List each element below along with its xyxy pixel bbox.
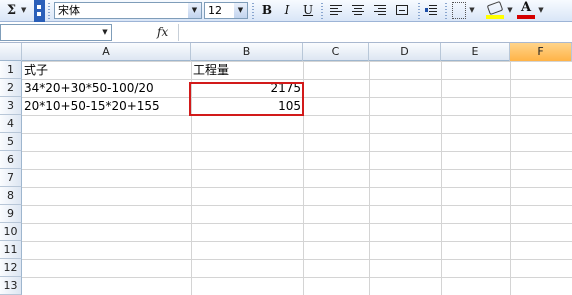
formula-bar: ▼ fx [0, 22, 572, 43]
font-name-value: 宋体 [58, 4, 80, 17]
toolbar-separator [252, 3, 254, 19]
select-all-corner[interactable] [0, 43, 22, 61]
column-header-f[interactable]: F [510, 43, 572, 61]
toolbar-grip-handle[interactable] [34, 0, 45, 22]
underline-button[interactable]: U [299, 2, 317, 19]
column-header-c[interactable]: C [303, 43, 369, 61]
column-header-e[interactable]: E [441, 43, 510, 61]
align-left-icon[interactable] [330, 5, 342, 15]
column-headers: A B C D E F [0, 43, 572, 61]
row-header[interactable]: 1 [0, 61, 22, 79]
toolbar-separator [321, 3, 323, 19]
bold-button[interactable]: B [258, 2, 276, 19]
highlight-box [189, 82, 304, 116]
font-color-swatch [517, 15, 535, 19]
row-header[interactable]: 4 [0, 115, 22, 133]
fill-color-dropdown-arrow[interactable]: ▼ [506, 2, 514, 19]
align-center-icon[interactable] [352, 5, 364, 15]
toolbar-separator [48, 3, 50, 19]
row-header[interactable]: 12 [0, 259, 22, 277]
font-size-value: 12 [208, 4, 222, 17]
cell-a1[interactable]: 式子 [22, 61, 191, 79]
formula-input[interactable] [178, 24, 572, 41]
merge-and-center-icon[interactable] [396, 5, 408, 15]
italic-button[interactable]: I [278, 2, 296, 19]
column-header-b[interactable]: B [191, 43, 303, 61]
toolbar-separator [445, 3, 447, 19]
chevron-down-icon[interactable]: ▼ [99, 25, 111, 40]
autosum-dropdown-arrow[interactable]: ▼ [21, 2, 29, 19]
row-header[interactable]: 9 [0, 205, 22, 223]
row-header[interactable]: 11 [0, 241, 22, 259]
increase-indent-icon[interactable] [425, 5, 437, 15]
worksheet-grid[interactable]: A B C D E F 1 2 3 4 5 6 7 8 9 10 11 12 1… [0, 43, 572, 295]
row-header[interactable]: 2 [0, 79, 22, 97]
insert-function-icon[interactable]: fx [157, 24, 175, 41]
chevron-down-icon[interactable]: ▼ [234, 3, 247, 18]
cell-a2[interactable]: 34*20+30*50-100/20 [22, 79, 191, 97]
row-header[interactable]: 6 [0, 151, 22, 169]
row-header[interactable]: 10 [0, 223, 22, 241]
align-right-icon[interactable] [374, 5, 386, 15]
autosum-button[interactable]: Σ [3, 2, 20, 19]
column-header-d[interactable]: D [369, 43, 441, 61]
font-color-icon[interactable]: A [519, 1, 533, 15]
formatting-toolbar: Σ ▼ 宋体 ▼ 12 ▼ B I U ▼ ▼ A ▼ [0, 0, 572, 22]
borders-dropdown-arrow[interactable]: ▼ [468, 2, 476, 19]
chevron-down-icon[interactable]: ▼ [188, 3, 201, 18]
row-header[interactable]: 13 [0, 277, 22, 295]
borders-icon[interactable] [452, 2, 466, 19]
font-size-combo[interactable]: 12 ▼ [204, 2, 248, 19]
row-header[interactable]: 8 [0, 187, 22, 205]
row-header[interactable]: 5 [0, 133, 22, 151]
cell-b1[interactable]: 工程量 [191, 61, 303, 79]
row-header[interactable]: 7 [0, 169, 22, 187]
column-header-a[interactable]: A [22, 43, 191, 61]
toolbar-separator [418, 3, 420, 19]
font-color-dropdown-arrow[interactable]: ▼ [537, 2, 545, 19]
font-name-combo[interactable]: 宋体 ▼ [54, 2, 202, 19]
fill-color-swatch [486, 15, 504, 19]
fill-color-icon[interactable] [486, 0, 504, 16]
cell-a3[interactable]: 20*10+50-15*20+155 [22, 97, 191, 115]
row-header[interactable]: 3 [0, 97, 22, 115]
name-box[interactable]: ▼ [0, 24, 112, 41]
